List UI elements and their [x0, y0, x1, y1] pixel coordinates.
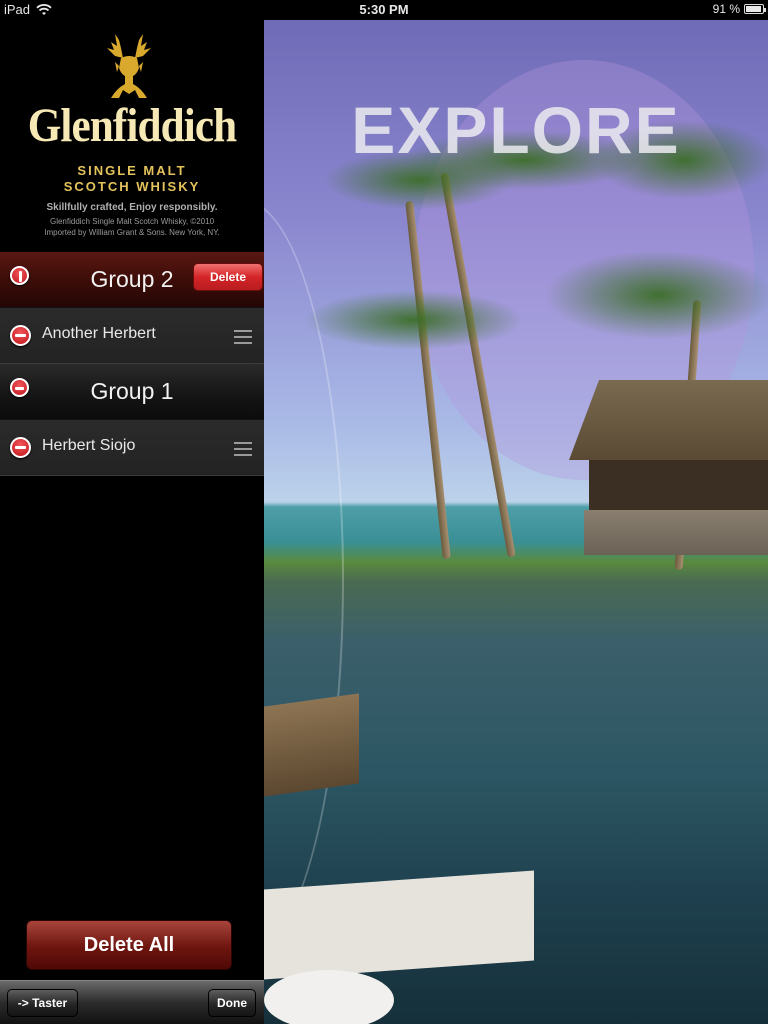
deck: [264, 693, 359, 797]
status-right: 91 %: [712, 2, 766, 16]
reorder-icon[interactable]: [234, 442, 252, 456]
brand-line1: SINGLE MALT: [77, 163, 187, 178]
brand-copyright: Glenfiddich Single Malt Scotch Whisky, ©…: [49, 217, 215, 226]
status-time: 5:30 PM: [359, 2, 409, 17]
battery-percent: 91 %: [712, 2, 740, 16]
taster-button[interactable]: -> Taster: [7, 989, 78, 1017]
battery-level: [746, 6, 761, 12]
delete-all-button[interactable]: Delete All: [26, 920, 232, 970]
minus-circle-icon[interactable]: [10, 437, 31, 458]
item-label: Herbert Siojo: [42, 437, 136, 454]
wifi-icon: [36, 3, 52, 15]
brand-line2: SCOTCH WHISKY: [63, 179, 201, 194]
list-item[interactable]: Another Herbert: [0, 308, 264, 364]
brand-importer: Imported by William Grant & Sons. New Yo…: [44, 228, 220, 237]
reorder-icon[interactable]: [234, 330, 252, 344]
group-row[interactable]: Group 1: [0, 364, 264, 420]
bottom-toolbar: -> Taster Done: [0, 980, 264, 1024]
status-left: iPad: [4, 2, 52, 17]
group-label: Group 1: [90, 378, 174, 404]
explore-photo[interactable]: EXPLORE: [264, 20, 768, 1024]
side-table: [264, 970, 394, 1024]
group-row[interactable]: Group 2 Delete: [0, 252, 264, 308]
explore-title: EXPLORE: [351, 93, 681, 167]
delete-button[interactable]: Delete: [193, 263, 263, 291]
brand-tagline: Skillfully crafted, Enjoy responsibly.: [46, 202, 218, 213]
lounger: [264, 870, 534, 980]
sidebar: Glenfiddich SINGLE MALT SCOTCH WHISKY Sk…: [0, 20, 264, 1024]
brand-logo: Glenfiddich SINGLE MALT SCOTCH WHISKY Sk…: [0, 20, 264, 252]
hut-roof: [569, 380, 768, 460]
device-name: iPad: [4, 2, 31, 17]
stag-logo-icon: [107, 34, 151, 98]
stone-wall: [584, 510, 768, 555]
palm-frond: [544, 250, 768, 340]
minus-circle-icon[interactable]: [10, 325, 31, 346]
status-bar: iPad 5:30 PM 91 %: [0, 0, 768, 20]
battery-icon: [744, 4, 766, 14]
item-label: Another Herbert: [42, 325, 156, 342]
brand-name: Glenfiddich: [27, 99, 237, 152]
done-button[interactable]: Done: [208, 989, 256, 1017]
taster-list: Group 2 Delete Another Herbert Group 1 H…: [0, 252, 264, 476]
palm-frond: [304, 290, 524, 350]
list-item[interactable]: Herbert Siojo: [0, 420, 264, 476]
